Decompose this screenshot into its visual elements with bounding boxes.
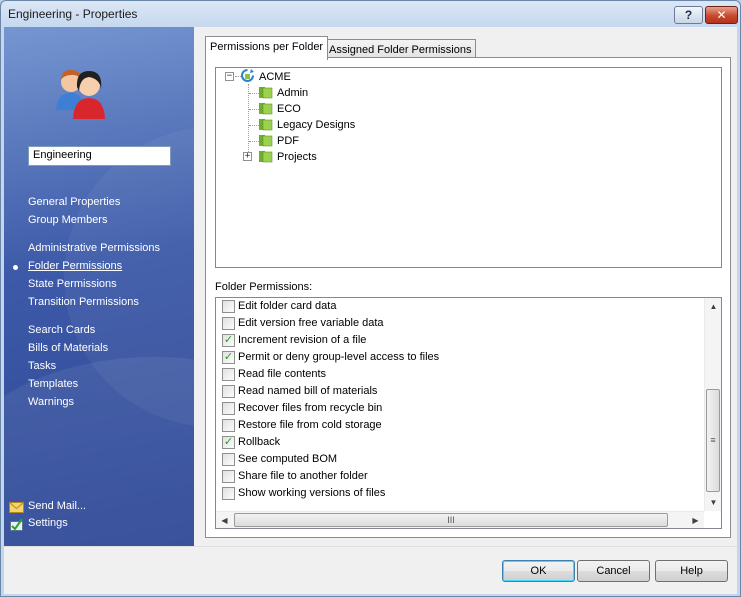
scroll-up-arrow-icon[interactable]: ▲ [705,298,721,315]
scroll-right-arrow-icon[interactable]: ▶ [687,512,704,528]
folder-icon [259,135,273,147]
permission-checkbox[interactable] [222,368,235,381]
tree-expand-toggle[interactable]: + [243,152,252,161]
ok-button[interactable]: OK [502,560,575,582]
vertical-scroll-thumb[interactable]: ≡ [706,389,720,492]
permission-checkbox[interactable] [222,453,235,466]
group-name-field[interactable]: Engineering [28,146,171,166]
permission-label: Restore file from cold storage [238,419,382,431]
help-button[interactable]: Help [655,560,728,582]
nav-state-permissions[interactable]: State Permissions [28,278,117,290]
permission-label: Recover files from recycle bin [238,402,383,414]
vault-refresh-icon [241,69,254,82]
permission-label: Edit version free variable data [238,317,384,329]
permission-label: Share file to another folder [238,470,368,482]
titlebar-help-button[interactable]: ? [674,6,703,24]
permission-checkbox[interactable] [222,317,235,330]
nav-group-members[interactable]: Group Members [28,214,107,226]
permission-label: Read file contents [238,368,327,380]
folder-icon [259,119,273,131]
close-button[interactable]: ✕ [705,6,738,24]
window-title: Engineering - Properties [8,7,138,21]
nav-templates[interactable]: Templates [28,378,78,390]
permission-label: See computed BOM [238,453,338,465]
nav-transition-permissions[interactable]: Transition Permissions [28,296,139,308]
permission-checkbox[interactable]: ✓ [222,334,235,347]
folder-icon [259,87,273,99]
user-group-icon [56,69,105,119]
nav-warnings[interactable]: Warnings [28,396,74,408]
tab-panel: − ACME Admin ECO Legacy Designs PDF + Pr… [205,57,731,538]
nav-tasks[interactable]: Tasks [28,360,56,372]
tree-node-admin[interactable]: Admin [277,86,308,100]
permission-label: Permit or deny group-level access to fil… [238,351,440,363]
properties-dialog: Engineering - Properties ? ✕ Engineering… [0,0,741,597]
permission-checkbox[interactable] [222,487,235,500]
tree-node-eco[interactable]: ECO [277,102,301,116]
sidebar: Engineering General Properties Group Mem… [4,27,194,546]
permission-label: Show working versions of files [238,487,386,499]
tree-node-pdf[interactable]: PDF [277,134,299,148]
dialog-client-area: Engineering General Properties Group Mem… [4,27,737,594]
tree-collapse-toggle[interactable]: − [225,72,234,81]
dialog-button-bar: OK Cancel Help [4,546,737,594]
permission-checkbox[interactable]: ✓ [222,351,235,364]
scroll-left-arrow-icon[interactable]: ◀ [216,512,233,528]
nav-bills-of-materials[interactable]: Bills of Materials [28,342,108,354]
horizontal-scrollbar[interactable]: ◀ III ▶ [216,511,704,528]
vertical-scrollbar[interactable]: ▲ ≡ ▼ [704,298,721,511]
tree-node-legacy-designs[interactable]: Legacy Designs [277,118,355,132]
permission-label: Rollback [238,436,281,448]
nav-folder-permissions[interactable]: Folder Permissions [28,260,122,272]
send-mail-link[interactable]: Send Mail... [28,500,86,512]
permission-label: Increment revision of a file [238,334,367,346]
permissions-checklist: Edit folder card data Edit version free … [215,297,722,529]
tree-connector [248,84,249,156]
settings-link[interactable]: Settings [28,517,68,529]
permission-label: Edit folder card data [238,300,337,312]
folder-icon [259,151,273,163]
permission-checkbox[interactable] [222,385,235,398]
nav-administrative-permissions[interactable]: Administrative Permissions [28,242,160,254]
nav-search-cards[interactable]: Search Cards [28,324,95,336]
settings-checklist-icon [10,518,23,531]
permission-checkbox[interactable] [222,402,235,415]
folder-icon [259,103,273,115]
envelope-icon [9,502,24,513]
permission-checkbox[interactable] [222,419,235,432]
nav-general-properties[interactable]: General Properties [28,196,120,208]
horizontal-scroll-thumb[interactable]: III [234,513,668,527]
title-bar: Engineering - Properties ? ✕ [1,1,740,27]
folder-tree[interactable]: − ACME Admin ECO Legacy Designs PDF + Pr… [215,67,722,268]
cancel-button[interactable]: Cancel [577,560,650,582]
permission-checkbox[interactable]: ✓ [222,436,235,449]
tree-node-projects[interactable]: Projects [277,150,317,164]
permission-checkbox[interactable] [222,300,235,313]
tab-permissions-per-folder[interactable]: Permissions per Folder [205,36,329,60]
active-nav-bullet [13,265,18,270]
permission-label: Read named bill of materials [238,385,378,397]
folder-permissions-label: Folder Permissions: [215,281,313,293]
permission-checkbox[interactable] [222,470,235,483]
tree-root-acme[interactable]: ACME [259,70,291,84]
scroll-down-arrow-icon[interactable]: ▼ [705,494,721,511]
